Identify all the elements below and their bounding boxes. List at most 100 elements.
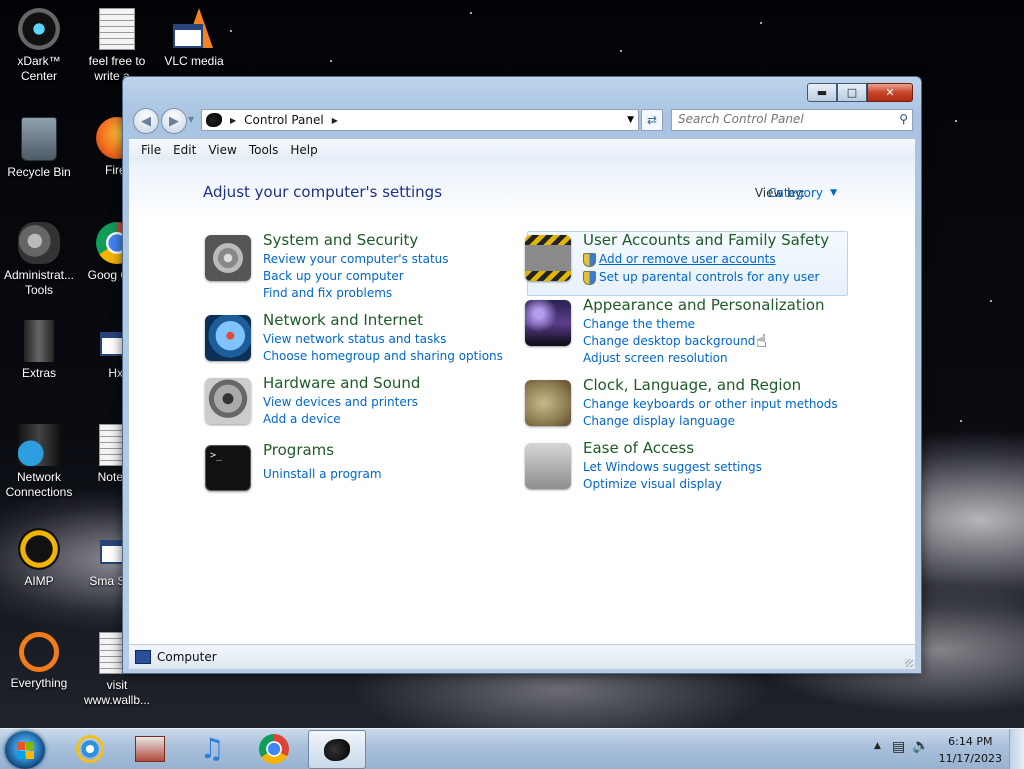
category-title[interactable]: Appearance and Personalization [583, 296, 825, 314]
desktop-icon-label: Network Connections [5, 470, 73, 499]
category-link[interactable]: Add or remove user accounts [599, 252, 776, 266]
chevron-down-icon[interactable]: ▼ [830, 188, 837, 198]
clock-date: 11/17/2023 [938, 752, 1002, 765]
aimp-icon [18, 528, 60, 570]
back-button[interactable]: ◀ [133, 108, 159, 134]
taskbar-chrome[interactable] [246, 730, 302, 767]
desktop-icon-xdark[interactable]: xDark™ Center [1, 8, 77, 84]
minimize-button[interactable]: ▬ [807, 83, 837, 102]
folder-icon [24, 320, 54, 362]
desktop-icon-admin-tools[interactable]: Administrat... Tools [1, 222, 77, 298]
clock[interactable]: 6:14 PM 11/17/2023 [939, 733, 1002, 767]
desktop-icon-label: Everything [10, 676, 68, 690]
category-link[interactable]: Set up parental controls for any user [599, 270, 819, 284]
desktop-icon-vlc[interactable]: VLC media [156, 8, 232, 69]
taskbar-internet-explorer[interactable] [62, 730, 118, 767]
clock-language-icon [525, 380, 571, 426]
view-by-dropdown[interactable]: Category [768, 186, 823, 200]
category-link[interactable]: Change display language [583, 414, 735, 428]
desktop-icon-aimp[interactable]: AIMP [1, 528, 77, 589]
close-button[interactable]: ✕ [867, 83, 913, 102]
breadcrumb-control-panel[interactable]: Control Panel [244, 113, 324, 127]
user-accounts-icon [525, 235, 571, 281]
network-connections-icon [18, 424, 60, 466]
category-link[interactable]: Review your computer's status [263, 252, 449, 266]
search-icon[interactable]: ⚲ [899, 112, 908, 126]
system-tray: ▲ ▤ 🔈 6:14 PM 11/17/2023 [864, 729, 1024, 769]
status-bar: Computer [129, 644, 915, 669]
category-link[interactable]: Change keyboards or other input methods [583, 397, 838, 411]
desktop-icon-extras[interactable]: Extras [1, 320, 77, 381]
menu-file[interactable]: File [141, 143, 161, 157]
breadcrumb-arrow-icon[interactable]: ▶ [230, 116, 236, 125]
category-link[interactable]: Add a device [263, 412, 341, 426]
category-ease-of-access: Ease of Access Let Windows suggest setti… [525, 439, 855, 513]
category-link[interactable]: Back up your computer [263, 269, 404, 283]
desktop-icon-label: VLC media [164, 54, 224, 68]
desktop-icon-feel-free[interactable]: feel free to write a... [79, 8, 155, 84]
search-box[interactable]: ⚲ [671, 109, 913, 131]
volume-muted-icon[interactable]: 🔈 [912, 738, 929, 754]
search-input[interactable] [672, 110, 894, 128]
media-center-icon [135, 735, 165, 762]
desktop-icon-label: Recycle Bin [7, 165, 71, 179]
appearance-icon [525, 300, 571, 346]
category-link[interactable]: Uninstall a program [263, 467, 382, 481]
category-appearance: Appearance and Personalization Change th… [525, 296, 855, 370]
category-link[interactable]: View network status and tasks [263, 332, 446, 346]
show-desktop-button[interactable] [1009, 729, 1024, 769]
category-link[interactable]: View devices and printers [263, 395, 418, 409]
taskbar-itunes[interactable]: ♫ [184, 730, 240, 767]
navigation-bar: ◀ ▶ ▼ ▶ Control Panel ▶ ▼ ⇄ ⚲ [131, 107, 915, 135]
admin-tools-icon [18, 222, 60, 264]
category-title[interactable]: Clock, Language, and Region [583, 376, 801, 394]
clock-time: 6:14 PM [948, 735, 993, 748]
uac-shield-icon [583, 253, 596, 267]
category-title[interactable]: Hardware and Sound [263, 374, 420, 392]
resize-grip[interactable] [905, 659, 913, 667]
forward-button[interactable]: ▶ [161, 108, 187, 134]
control-panel-window[interactable]: ▬ □ ✕ ◀ ▶ ▼ ▶ Control Panel ▶ ▼ ⇄ ⚲ File… [122, 76, 922, 674]
desktop-icon-network-connections[interactable]: Network Connections [1, 424, 77, 500]
category-link[interactable]: Find and fix problems [263, 286, 392, 300]
programs-icon: >_ [205, 445, 251, 491]
control-panel-icon [324, 738, 350, 761]
internet-explorer-icon [76, 734, 104, 763]
menu-tools[interactable]: Tools [249, 143, 279, 157]
address-dropdown-icon[interactable]: ▼ [627, 115, 634, 125]
category-title[interactable]: System and Security [263, 231, 418, 249]
menu-view[interactable]: View [208, 143, 236, 157]
network-icon[interactable]: ▤ [892, 739, 905, 755]
menu-help[interactable]: Help [290, 143, 317, 157]
category-link[interactable]: Let Windows suggest settings [583, 460, 762, 474]
text-document-icon [99, 8, 135, 50]
desktop-icon-everything[interactable]: Everything [1, 632, 77, 691]
show-hidden-icons-button[interactable]: ▲ [874, 741, 881, 751]
category-title[interactable]: Network and Internet [263, 311, 423, 329]
hardware-sound-icon [205, 378, 251, 424]
refresh-button[interactable]: ⇄ [641, 109, 663, 131]
category-link[interactable]: Adjust screen resolution [583, 351, 728, 365]
category-link[interactable]: Optimize visual display [583, 477, 722, 491]
category-title[interactable]: Ease of Access [583, 439, 694, 457]
start-button[interactable] [5, 731, 45, 769]
category-link[interactable]: Change desktop background [583, 334, 755, 348]
taskbar-media-center[interactable] [122, 730, 178, 767]
maximize-button[interactable]: □ [837, 83, 867, 102]
desktop-icon-label: AIMP [24, 574, 54, 588]
category-title[interactable]: User Accounts and Family Safety [583, 231, 829, 249]
taskbar-control-panel[interactable] [308, 730, 366, 769]
category-link[interactable]: Change the theme [583, 317, 695, 331]
desktop-icon-recycle-bin[interactable]: Recycle Bin [1, 117, 77, 180]
category-link[interactable]: Choose homegroup and sharing options [263, 349, 503, 363]
caption-buttons: ▬ □ ✕ [807, 83, 913, 102]
vlc-icon [173, 8, 215, 50]
menu-edit[interactable]: Edit [173, 143, 196, 157]
control-panel-icon [206, 113, 222, 127]
hand-cursor-icon: ☝ [756, 331, 767, 352]
xdark-icon [18, 8, 60, 50]
address-bar[interactable]: ▶ Control Panel ▶ ▼ [201, 109, 639, 131]
category-title[interactable]: Programs [263, 441, 334, 459]
breadcrumb-arrow-icon[interactable]: ▶ [332, 116, 338, 125]
recent-pages-dropdown[interactable]: ▼ [188, 115, 194, 124]
